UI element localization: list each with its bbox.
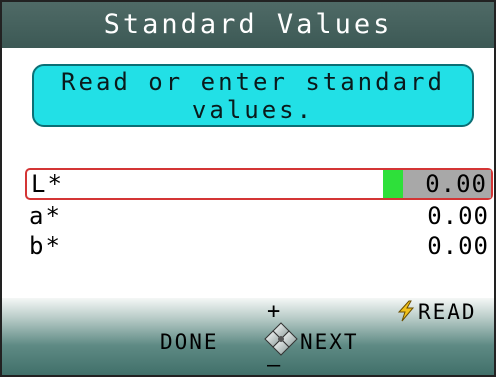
row-label-a: a*	[29, 202, 62, 230]
instruction-line-2: values.	[191, 96, 315, 124]
title-bar: Standard Values	[2, 2, 494, 48]
value-row-b[interactable]: b* 0.00	[25, 231, 493, 261]
row-value-a: 0.00	[427, 202, 489, 230]
increment-button[interactable]: +	[267, 299, 280, 324]
next-button[interactable]: NEXT	[300, 330, 359, 354]
instruction-banner: Read or enter standard values.	[32, 64, 474, 127]
value-row-l[interactable]: L* 0.00	[25, 168, 493, 200]
read-label: READ	[418, 300, 477, 324]
read-button[interactable]: READ	[396, 300, 477, 324]
lightning-icon	[397, 300, 415, 322]
row-label-l: L*	[31, 170, 64, 198]
page-title: Standard Values	[103, 9, 393, 40]
dpad-icon[interactable]	[264, 322, 298, 356]
done-button[interactable]: DONE	[160, 330, 219, 354]
row-value-b: 0.00	[427, 232, 489, 260]
edit-cursor	[383, 170, 403, 198]
value-row-a[interactable]: a* 0.00	[25, 201, 493, 231]
instruction-line-1: Read or enter standard	[61, 68, 445, 96]
decrement-button[interactable]: –	[267, 355, 280, 376]
row-value-l: 0.00	[425, 170, 487, 198]
softkey-bar: + DONE NEXT – READ	[2, 298, 494, 376]
row-label-b: b*	[29, 232, 62, 260]
device-screen: Standard Values Read or enter standard v…	[0, 0, 496, 377]
